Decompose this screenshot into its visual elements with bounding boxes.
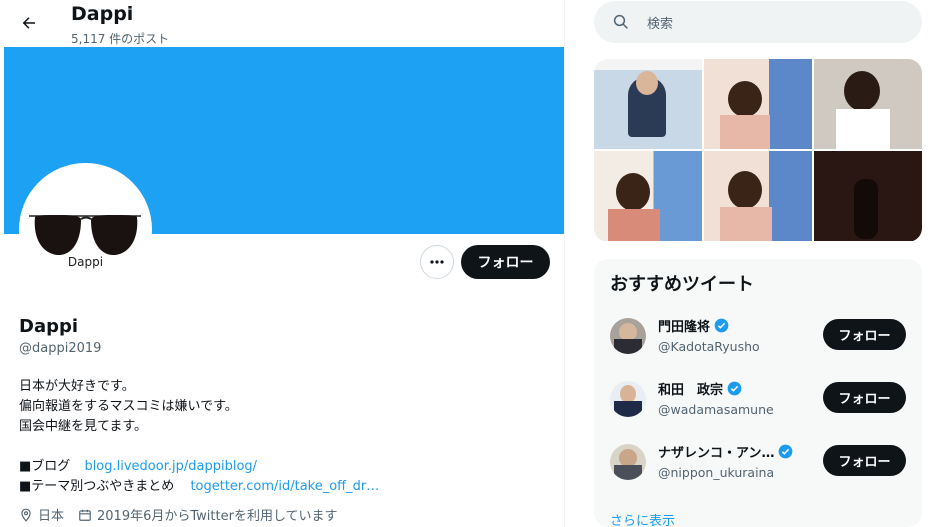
user-name-text: 和田 政宗 xyxy=(658,383,724,398)
avatar-label: Dappi xyxy=(67,255,104,269)
bio-line: 日本が大好きです。 xyxy=(19,379,135,394)
ellipsis-icon xyxy=(430,260,444,264)
media-grid xyxy=(594,59,922,242)
arrow-left-icon xyxy=(22,17,35,29)
togetter-link[interactable]: togetter.com/id/take_off_dr… xyxy=(190,479,379,494)
avatar[interactable] xyxy=(610,444,646,480)
profile-meta: 日本 2019年6月からTwitterを利用しています xyxy=(19,505,338,524)
back-button[interactable] xyxy=(14,8,44,38)
follow-button[interactable]: フォロー xyxy=(823,382,906,413)
sunglasses-icon xyxy=(29,215,141,256)
recommended-user[interactable]: 門田隆将 @KadotaRyusho フォロー xyxy=(594,310,922,366)
search-input[interactable]: 検索 xyxy=(594,1,922,43)
media-thumbnail[interactable] xyxy=(594,151,702,241)
profile-avatar[interactable]: Dappi xyxy=(19,163,152,296)
user-name-text: ナザレンコ・アン… xyxy=(658,446,775,461)
recommended-user[interactable]: 和田 政宗 @wadamasamune フォロー xyxy=(594,373,922,429)
post-count: 5,117 件のポスト xyxy=(71,32,170,46)
avatar[interactable] xyxy=(610,318,646,354)
search-placeholder: 検索 xyxy=(647,16,674,32)
recommended-title: おすすめツイート xyxy=(610,274,754,295)
recommended-panel: おすすめツイート 門田隆将 @KadotaRyusho フォロー 和田 政宗 @… xyxy=(594,259,922,527)
header-title: Dappi xyxy=(71,3,134,25)
bio-line: 国会中継を見てます。 xyxy=(19,419,148,434)
media-thumbnail[interactable] xyxy=(704,59,812,149)
bio-link-row: ■テーマ別つぶやきまとめ togetter.com/id/take_off_dr… xyxy=(19,475,379,494)
follow-button[interactable]: フォロー xyxy=(461,245,550,279)
user-name-text: 門田隆将 xyxy=(658,320,711,335)
user-name: ナザレンコ・アン… xyxy=(658,442,793,461)
follow-button[interactable]: フォロー xyxy=(823,319,906,350)
more-options-button[interactable] xyxy=(420,245,454,279)
media-thumbnail[interactable] xyxy=(704,151,812,241)
user-name: 門田隆将 xyxy=(658,316,729,335)
user-handle: @KadotaRyusho xyxy=(658,339,760,354)
calendar-icon xyxy=(79,509,91,521)
search-icon xyxy=(613,14,628,29)
user-name: 和田 政宗 xyxy=(658,379,742,398)
profile-header-bar: Dappi 5,117 件のポスト xyxy=(0,0,564,46)
profile-column: Dappi 5,117 件のポスト Dappi フォロー Dappi @dapp… xyxy=(0,0,565,527)
avatar[interactable] xyxy=(610,381,646,417)
verified-badge-icon xyxy=(714,318,729,333)
profile-name: Dappi xyxy=(19,316,79,337)
media-thumbnail[interactable] xyxy=(814,151,922,241)
media-thumbnail[interactable] xyxy=(594,59,702,149)
recommended-user[interactable]: ナザレンコ・アン… @nippon_ukuraina フォロー xyxy=(594,436,922,492)
verified-badge-icon xyxy=(779,444,793,459)
blog-link[interactable]: blog.livedoor.jp/dappiblog/ xyxy=(84,459,257,474)
user-handle: @nippon_ukuraina xyxy=(658,465,775,480)
location-text: 日本 xyxy=(38,509,65,524)
verified-badge-icon xyxy=(727,381,742,396)
bio-line: 偏向報道をするマスコミは嫌いです。 xyxy=(19,399,238,414)
bio-link-label: ■テーマ別つぶやきまとめ xyxy=(19,479,175,494)
joined-date: 2019年6月からTwitterを利用しています xyxy=(97,509,338,524)
bio-link-label: ■ブログ xyxy=(19,459,71,474)
bio-link-row: ■ブログ blog.livedoor.jp/dappiblog/ xyxy=(19,455,257,474)
user-handle: @wadamasamune xyxy=(658,402,774,417)
follow-button[interactable]: フォロー xyxy=(823,445,906,476)
profile-handle: @dappi2019 xyxy=(19,341,102,356)
location-pin-icon xyxy=(21,508,31,522)
show-more-link[interactable]: さらに表示 xyxy=(610,510,675,527)
media-thumbnail[interactable] xyxy=(814,59,922,149)
